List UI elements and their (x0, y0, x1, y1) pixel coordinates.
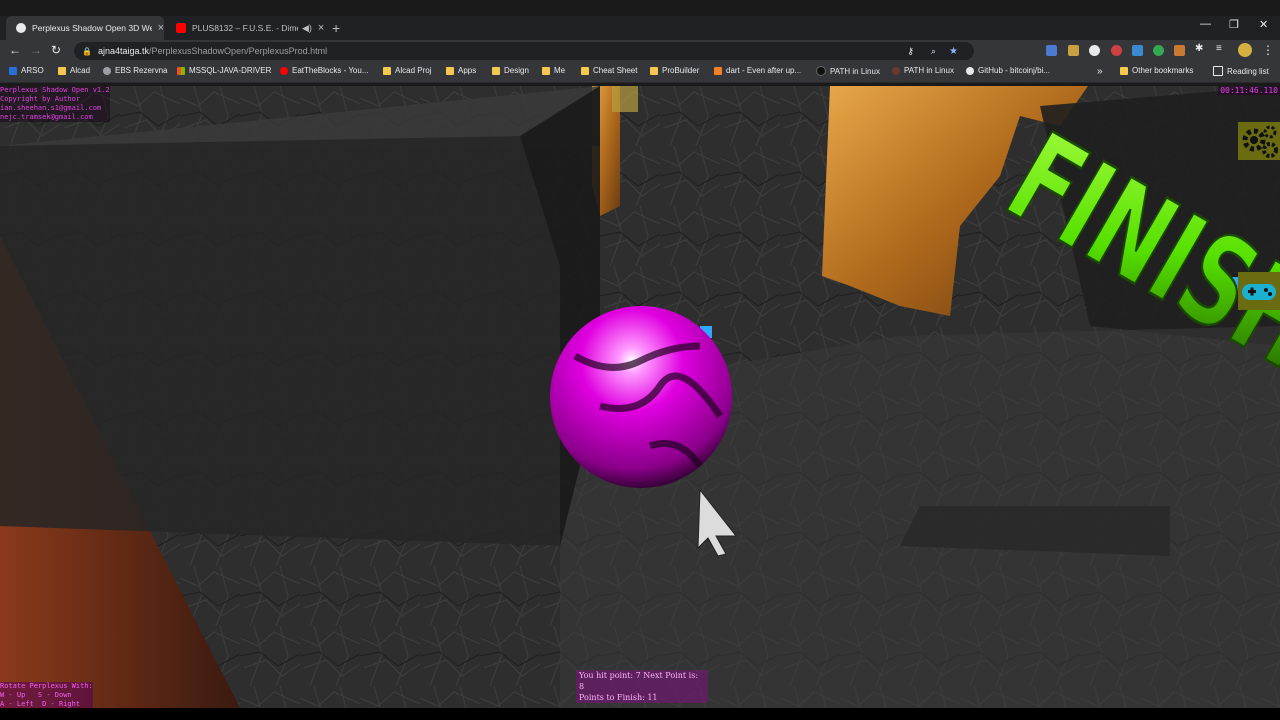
bookmark-item[interactable]: Alcad (58, 66, 90, 75)
bookmark-item[interactable]: Design (492, 66, 529, 75)
close-icon[interactable]: × (318, 22, 324, 34)
bookmark-item[interactable]: ProBuilder (650, 66, 699, 75)
extension-icon[interactable] (1111, 45, 1122, 56)
extension-icon[interactable] (1153, 45, 1164, 56)
bookmark-item[interactable]: Alcad Proj (383, 66, 431, 75)
bookmark-item[interactable]: Apps (446, 66, 476, 75)
tab-title: PLUS8132 – F.U.S.E. - Dimen (192, 23, 298, 33)
bookmark-item[interactable]: dart - Even after up... (714, 66, 801, 75)
back-icon[interactable]: ← (9, 43, 21, 57)
site-icon (816, 66, 826, 76)
puzzle-icon[interactable]: ✱ (1195, 43, 1203, 54)
folder-icon (1120, 66, 1128, 75)
speaker-icon[interactable]: ◀) (302, 23, 312, 34)
bookmark-item[interactable]: Cheat Sheet (581, 66, 637, 75)
stackoverflow-icon (714, 66, 722, 75)
reload-icon[interactable]: ↻ (51, 43, 61, 57)
youtube-icon (176, 23, 186, 33)
tab-perplexus[interactable]: Perplexus Shadow Open 3D Web × (6, 16, 164, 40)
tab-title: Perplexus Shadow Open 3D Web (31, 23, 152, 33)
game-timer: 00:11:46.110 (1218, 86, 1280, 95)
lock-icon: 🔒 (82, 46, 92, 56)
folder-icon (446, 66, 454, 75)
gear-icon (1242, 125, 1278, 158)
bookmark-item[interactable]: GitHub - bitcoinj/bi... (966, 66, 1050, 75)
bottom-bar (0, 708, 1280, 720)
points-status: You hit point: 7 Next Point is: 8 (579, 671, 699, 691)
github-icon (966, 66, 974, 75)
tab-youtube[interactable]: PLUS8132 – F.U.S.E. - Dimen ◀) × (166, 16, 326, 40)
bookmark-item[interactable]: ARSO (9, 66, 44, 75)
folder-icon (492, 66, 500, 75)
more-bookmarks-chevron-icon[interactable]: » (1097, 66, 1103, 77)
settings-button[interactable] (1238, 122, 1280, 160)
extension-icon[interactable] (1089, 45, 1100, 56)
extension-icon[interactable] (1132, 45, 1143, 56)
extension-icon[interactable] (1046, 45, 1057, 56)
youtube-icon (280, 66, 288, 75)
menu-kebab-icon[interactable]: ⋮ (1262, 43, 1274, 57)
forward-icon[interactable]: → (30, 43, 42, 57)
bookmarks-bar: ARSO Alcad EBS Rezervna MSSQL-JAVA-DRIVE… (0, 62, 1280, 83)
globe-icon (16, 23, 26, 33)
game-canvas[interactable]: FINISH Perplexus Shadow Open v1.2 Copyri… (0, 86, 1280, 708)
bookmark-item[interactable]: EatTheBlocks - You... (280, 66, 369, 75)
playlist-icon[interactable]: ≡ (1216, 43, 1222, 54)
address-bar[interactable]: 🔒 ajna4taiga.tk /PerplexusShadowOpen/Per… (74, 42, 974, 60)
maze-wall (0, 136, 560, 546)
bookmark-item[interactable]: MSSQL-JAVA-DRIVER (177, 66, 271, 75)
zoom-icon[interactable]: ⌕ (931, 46, 936, 57)
folder-icon (58, 66, 66, 75)
other-bookmarks[interactable]: Other bookmarks (1120, 66, 1193, 75)
folder-icon (542, 66, 550, 75)
bookmark-item[interactable]: Me (542, 66, 565, 75)
key-icon[interactable]: ⚷ (907, 46, 914, 57)
extension-icon[interactable] (1068, 45, 1079, 56)
avatar[interactable] (1238, 43, 1252, 57)
maximize-icon[interactable]: ❐ (1229, 18, 1239, 31)
point-marker (612, 86, 638, 112)
close-window-icon[interactable]: ✕ (1259, 18, 1268, 31)
cloud-icon (103, 66, 111, 75)
folder-icon (581, 66, 589, 75)
gamepad-icon (1242, 284, 1276, 300)
controls-help: Rotate Perplexus With: W - Up S - Down A… (0, 682, 93, 708)
folder-icon (650, 66, 658, 75)
points-remaining: Points to Finish: 11 (579, 693, 658, 702)
maze-scene: FINISH (0, 86, 1280, 708)
bookmark-star-icon[interactable]: ★ (949, 46, 958, 57)
site-icon (892, 66, 900, 75)
arso-icon (9, 66, 17, 75)
url-host: ajna4taiga.tk (97, 46, 150, 56)
tab-strip: Perplexus Shadow Open 3D Web × PLUS8132 … (0, 16, 1280, 40)
microsoft-icon (177, 66, 185, 75)
minimize-icon[interactable]: — (1200, 18, 1211, 30)
screen: Perplexus Shadow Open 3D Web × PLUS8132 … (0, 0, 1280, 720)
folder-icon (383, 66, 391, 75)
reading-list-icon (1213, 66, 1223, 76)
gamepad-button[interactable] (1238, 272, 1280, 310)
reading-list[interactable]: Reading list (1213, 66, 1269, 76)
points-panel: You hit point: 7 Next Point is: 8 Points… (576, 670, 708, 703)
new-tab-button[interactable]: + (332, 20, 340, 36)
browser-toolbar: ← → ↻ 🔒 ajna4taiga.tk /PerplexusShadowOp… (0, 40, 1280, 62)
extension-icon[interactable] (1174, 45, 1185, 56)
game-credits: Perplexus Shadow Open v1.2 Copyright by … (0, 86, 110, 122)
close-icon[interactable]: × (158, 22, 164, 34)
url-path: /PerplexusShadowOpen/PerplexusProd.html (149, 46, 328, 56)
bookmark-item[interactable]: EBS Rezervna (103, 66, 167, 75)
bookmark-item[interactable]: PATH in Linux (892, 66, 954, 75)
bookmark-item[interactable]: PATH in Linux (816, 66, 880, 76)
